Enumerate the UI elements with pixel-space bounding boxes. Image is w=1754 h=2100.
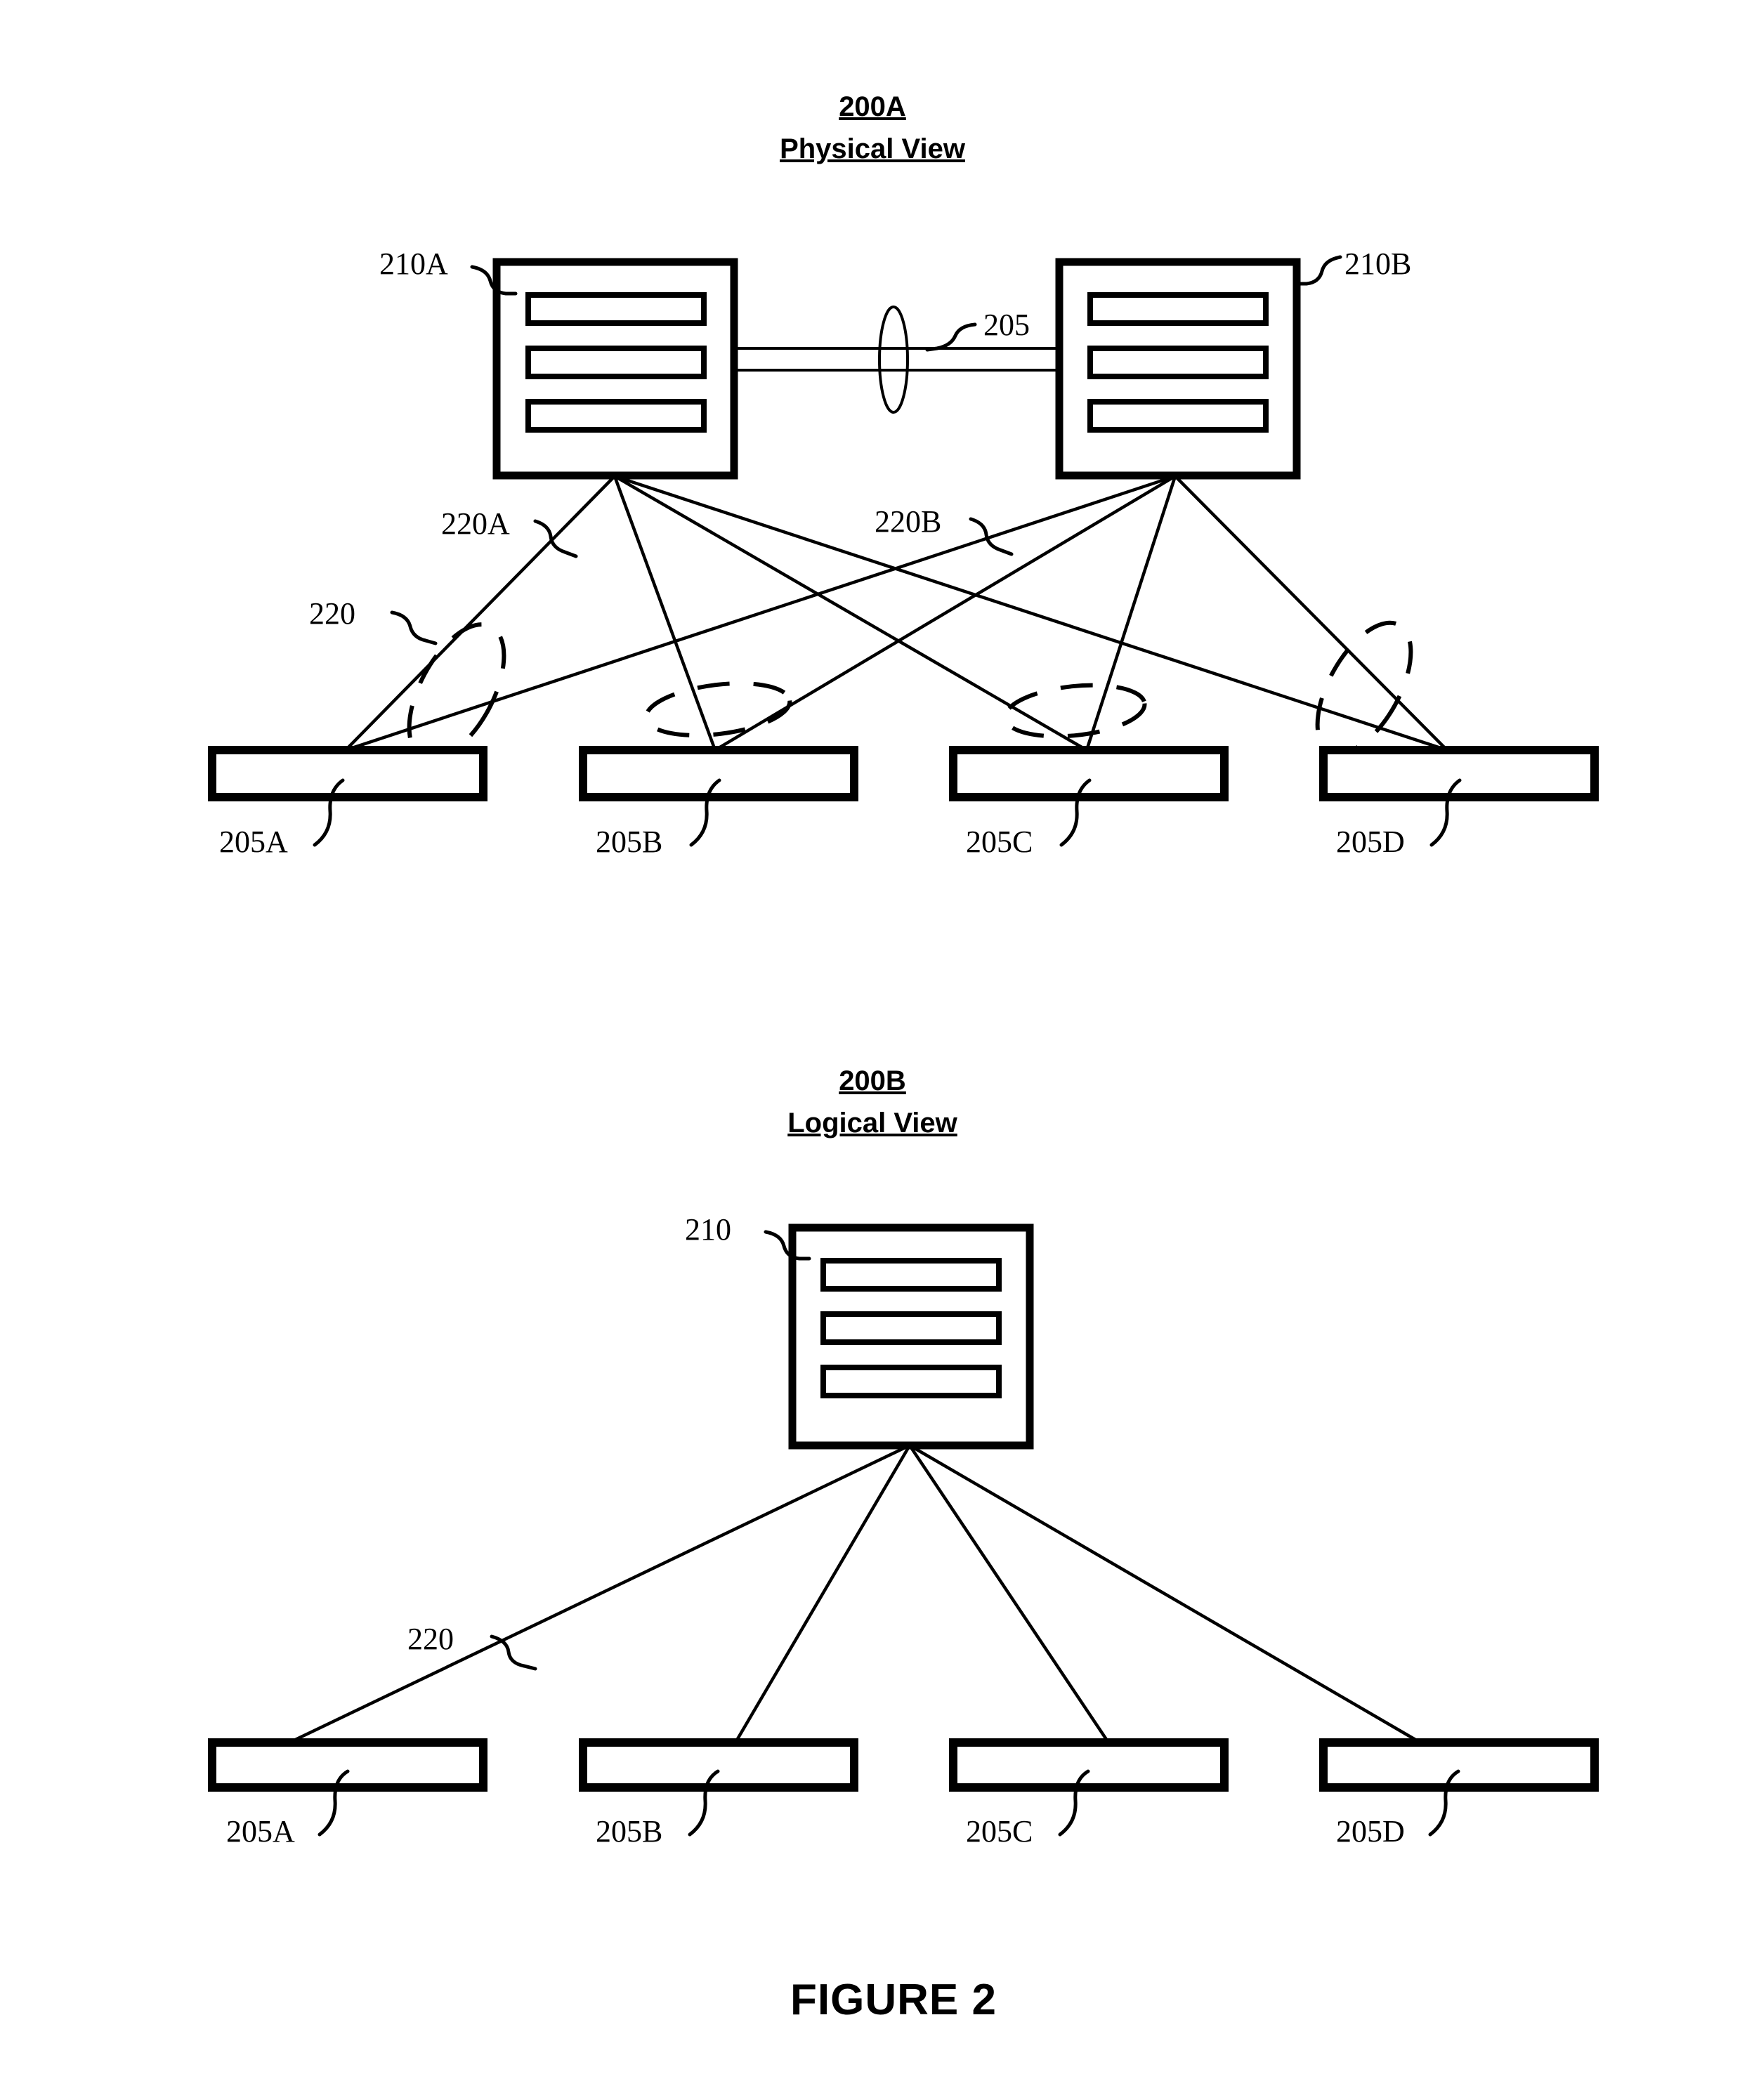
device-205a-box xyxy=(208,746,487,801)
coverage-ellipse-205c xyxy=(1002,683,1147,739)
device-205b-box-logical xyxy=(579,1738,858,1792)
device-205d-box-logical xyxy=(1319,1738,1599,1792)
conn-210-to-205b xyxy=(734,1444,911,1744)
connection-group-220a-ref-label: 220A xyxy=(441,506,510,541)
controller-210-slot-3 xyxy=(820,1365,1002,1398)
controller-210-slot-1 xyxy=(820,1258,1002,1292)
connection-group-220-ref-label: 220 xyxy=(407,1622,454,1656)
device-205d-box xyxy=(1319,746,1599,801)
controller-210-ref-label: 210 xyxy=(685,1212,731,1247)
conn-210-to-205a xyxy=(289,1443,910,1745)
controller-210b-leader xyxy=(1295,255,1342,286)
wireless-region-220-leader xyxy=(390,610,438,645)
controller-210b-slot-2 xyxy=(1087,346,1269,379)
device-205a-ref-label: 205A xyxy=(219,825,288,859)
connections-from-210 xyxy=(289,1443,1422,1745)
device-205c-box xyxy=(949,746,1229,801)
conn-210a-to-205d xyxy=(614,474,1448,752)
controller-210b-ref-label: 210B xyxy=(1344,247,1411,281)
panel-logical-title: Logical View xyxy=(787,1108,957,1138)
controller-210-slot-2 xyxy=(820,1311,1002,1345)
controller-210b xyxy=(1055,258,1301,480)
controller-210a-slot-2 xyxy=(525,346,707,379)
devices-physical xyxy=(208,746,1599,801)
panel-physical-title: Physical View xyxy=(780,133,966,164)
controller-210a xyxy=(492,258,738,480)
device-205c-ref-label: 205C xyxy=(966,825,1033,859)
connection-group-220b-ref-label: 220B xyxy=(875,504,941,539)
controller-210 xyxy=(788,1223,1034,1450)
device-205b-ref-label: 205B xyxy=(596,825,662,859)
panel-logical-ref: 200B xyxy=(839,1065,906,1096)
figure-2-drawing: 200A Physical View 210A 210B 205 220A 22… xyxy=(208,91,1599,2024)
conn-210b-to-205c xyxy=(1085,475,1177,751)
panel-physical-ref: 200A xyxy=(839,91,906,122)
panel-logical-view: 200B Logical View 210 220 205A 205B 205C… xyxy=(208,1065,1599,1849)
conn-210b-to-205d xyxy=(1174,475,1448,752)
device-205d-ref-label: 205D xyxy=(1336,825,1405,859)
controller-210a-slot-1 xyxy=(525,292,707,326)
device-205b-ref-label-logical: 205B xyxy=(596,1814,662,1849)
controller-210a-ref-label: 210A xyxy=(379,247,448,281)
devices-logical xyxy=(208,1738,1599,1792)
link-205-leader xyxy=(925,322,977,352)
link-205-ref-label: 205 xyxy=(983,308,1030,342)
link-205-connector-ellipse xyxy=(878,306,909,414)
coverage-ellipse-205d xyxy=(1315,620,1413,756)
panel-physical-view: 200A Physical View 210A 210B 205 220A 22… xyxy=(208,91,1599,859)
controller-210a-slot-3 xyxy=(525,399,707,433)
device-205c-ref-label-logical: 205C xyxy=(966,1814,1033,1849)
conn-210-to-205d xyxy=(908,1444,1422,1744)
patent-figure-page: 200A Physical View 210A 210B 205 220A 22… xyxy=(0,0,1754,2100)
conn-210-to-205c xyxy=(908,1444,1110,1744)
controller-210b-slot-3 xyxy=(1087,399,1269,433)
controller-210b-slot-1 xyxy=(1087,292,1269,326)
conn-210a-to-205c xyxy=(613,475,1088,752)
device-205c-box-logical xyxy=(949,1738,1229,1792)
device-205d-ref-label-logical: 205D xyxy=(1336,1814,1405,1849)
figure-caption: FIGURE 2 xyxy=(790,1976,997,2024)
device-205a-ref-label-logical: 205A xyxy=(226,1814,295,1849)
coverage-ellipse-205b xyxy=(643,681,792,737)
wireless-region-220-ref-label: 220 xyxy=(309,596,355,631)
device-205a-box-logical xyxy=(208,1738,487,1792)
device-205b-box xyxy=(579,746,858,801)
conn-210a-to-205b xyxy=(613,475,717,751)
